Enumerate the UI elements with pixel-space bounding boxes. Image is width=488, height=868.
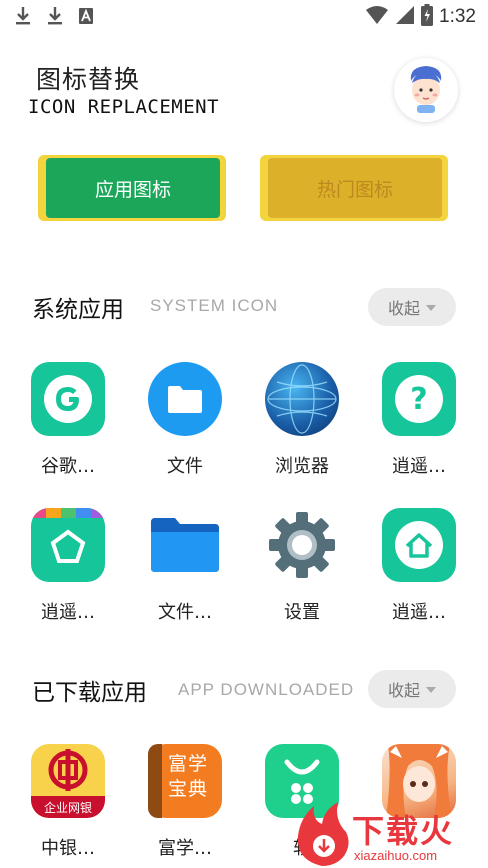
app-item[interactable]: 企业网银 中银… xyxy=(13,744,123,860)
icon-caption: 富学宝典 xyxy=(168,753,209,800)
app-label: 谷歌… xyxy=(41,456,95,477)
app-label: 逍遥… xyxy=(41,602,95,623)
app-item[interactable]: 逍遥… xyxy=(13,508,123,624)
file-folder-icon xyxy=(148,508,222,582)
bank-of-china-icon: 企业网银 xyxy=(31,744,105,818)
app-label: 文件… xyxy=(158,602,212,623)
wifi-icon xyxy=(365,5,389,29)
home-icon xyxy=(382,508,456,582)
svg-text:?: ? xyxy=(410,382,427,417)
watermark-brand: 下载火 xyxy=(352,812,455,850)
shopping-bag-icon xyxy=(31,508,105,582)
tab-app-icons[interactable]: 应用图标 xyxy=(46,158,220,218)
app-item[interactable]: 谷歌… xyxy=(13,362,123,478)
icon-caption: 企业网银 xyxy=(31,796,105,818)
caret-down-icon xyxy=(426,305,436,311)
app-label: 中银… xyxy=(41,838,95,859)
app-label: 逍遥… xyxy=(392,602,446,623)
app-label: 浏览器 xyxy=(275,456,329,477)
downloaded-section-subtitle: APP DOWNLOADED xyxy=(178,680,355,699)
dictionary-icon: 富学宝典 xyxy=(148,744,222,818)
download-icon xyxy=(14,6,32,30)
collapse-label: 收起 xyxy=(387,681,420,700)
system-section-subtitle: SYSTEM ICON xyxy=(150,296,279,315)
watermark-domain: xiazaihuo.com xyxy=(354,848,438,863)
caret-down-icon xyxy=(426,687,436,693)
cartoon-avatar-icon xyxy=(403,63,449,117)
app-item[interactable]: 文件 xyxy=(130,362,240,478)
collapse-label: 收起 xyxy=(387,299,420,318)
app-label: 设置 xyxy=(284,602,320,623)
gear-icon xyxy=(265,508,339,582)
app-item[interactable]: 设置 xyxy=(247,508,357,624)
app-label: 逍遥… xyxy=(392,456,446,477)
downloaded-collapse-button[interactable]: 收起 xyxy=(368,670,456,708)
app-item[interactable]: 文件… xyxy=(130,508,240,624)
status-bar: 1:32 xyxy=(0,0,488,34)
tab-hot-icons[interactable]: 热门图标 xyxy=(268,158,442,218)
app-item[interactable]: 富学宝典 富学… xyxy=(130,744,240,860)
globe-icon xyxy=(265,362,339,436)
page-subtitle: ICON REPLACEMENT xyxy=(28,96,220,118)
help-icon: ? xyxy=(382,362,456,436)
download-icon xyxy=(46,6,64,30)
watermark: 下载火 xiazaihuo.com xyxy=(292,800,488,868)
app-label: 富学… xyxy=(158,838,212,859)
google-icon xyxy=(31,362,105,436)
status-time: 1:32 xyxy=(439,6,476,27)
avatar[interactable] xyxy=(394,58,458,122)
app-item[interactable]: 浏览器 xyxy=(247,362,357,478)
system-collapse-button[interactable]: 收起 xyxy=(368,288,456,326)
app-item[interactable]: ? 逍遥… xyxy=(364,362,474,478)
app-item[interactable]: 逍遥… xyxy=(364,508,474,624)
a-icon xyxy=(78,7,94,29)
folder-icon xyxy=(148,362,222,436)
signal-icon xyxy=(395,5,415,29)
system-section-title: 系统应用 xyxy=(32,297,124,323)
downloaded-section-title: 已下载应用 xyxy=(32,680,147,706)
app-label: 文件 xyxy=(167,456,203,477)
page-title: 图标替换 xyxy=(36,65,141,94)
battery-icon xyxy=(421,4,434,30)
